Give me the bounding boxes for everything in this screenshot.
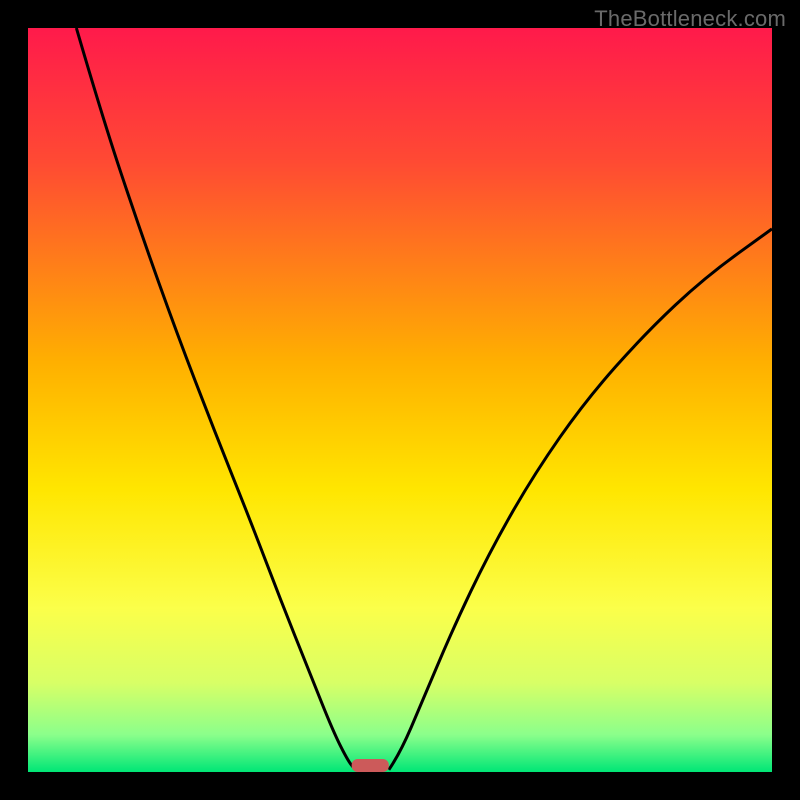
chart-frame: TheBottleneck.com [0,0,800,800]
target-marker [352,759,389,772]
plot-area [28,28,772,772]
gradient-background [28,28,772,772]
chart-svg [28,28,772,772]
